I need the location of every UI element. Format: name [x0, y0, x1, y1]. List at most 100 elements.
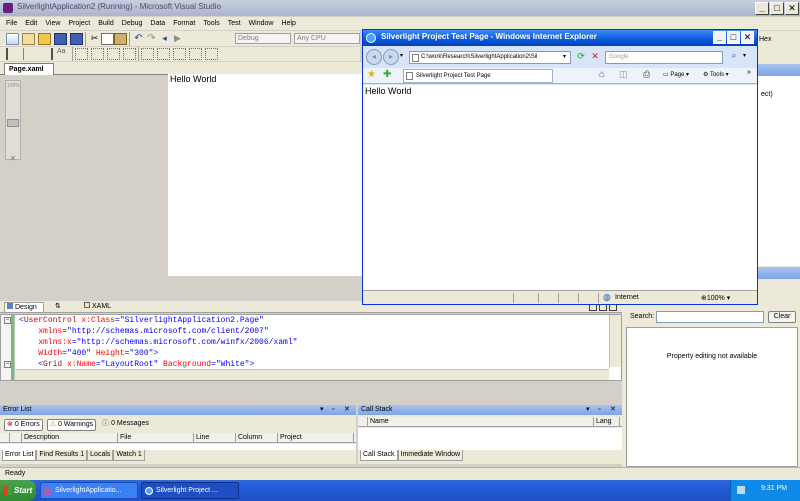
taskbar-item-vs[interactable]: SilverlightApplicatio...	[40, 482, 138, 499]
code-line[interactable]: xmlns="http://schemas.microsoft.com/clie…	[19, 326, 611, 337]
save-all-icon[interactable]	[70, 32, 83, 45]
menu-test[interactable]: Test	[228, 20, 241, 27]
format-icon-2[interactable]	[91, 48, 104, 60]
menu-file[interactable]: File	[6, 20, 17, 27]
redo-icon[interactable]: ↷	[145, 33, 158, 45]
home-icon[interactable]: ⌂	[599, 69, 605, 80]
search-icon[interactable]: ⌕	[727, 51, 741, 64]
col-file[interactable]: File	[118, 433, 194, 442]
font-size-icon[interactable]: Aa	[57, 48, 70, 60]
panel-close-icon[interactable]: ✕	[610, 405, 616, 415]
designer-hello-world[interactable]: Hello World	[170, 74, 216, 84]
address-bar[interactable]: C:\work\Research\SilverlightApplication2…	[409, 51, 571, 64]
search-box[interactable]: Google	[605, 51, 723, 64]
menu-debug[interactable]: Debug	[122, 20, 143, 27]
tray-network-icon[interactable]	[737, 486, 745, 494]
format-icon-7[interactable]	[173, 48, 186, 60]
menu-view[interactable]: View	[45, 20, 60, 27]
paste-icon[interactable]	[114, 32, 127, 45]
stop-button[interactable]: ✕	[589, 51, 601, 64]
navigate-icon[interactable]: ◂	[158, 33, 171, 45]
ie-tab[interactable]: Silverlight Project Test Page	[403, 69, 553, 83]
col-callstack-icon[interactable]	[358, 417, 368, 426]
col-lang[interactable]: Lang	[594, 417, 620, 426]
align-center-icon[interactable]	[23, 48, 36, 60]
tab-immediate-window[interactable]: Immediate Window	[397, 450, 464, 461]
format-icon-9[interactable]	[205, 48, 218, 60]
align-left-icon[interactable]	[6, 48, 19, 60]
panel-pin-icon[interactable]: ▫	[332, 405, 334, 415]
code-line[interactable]: Width="400" Height="300">	[19, 348, 611, 359]
search-options-icon[interactable]: ▾	[743, 52, 746, 59]
col-icon[interactable]	[0, 433, 10, 442]
favorites-star-icon[interactable]: ★	[367, 69, 376, 80]
ie-maximize-button[interactable]: □	[727, 31, 740, 44]
tab-design[interactable]: Design	[4, 302, 44, 313]
collapse-icon[interactable]: −	[4, 361, 11, 368]
collapse-icon[interactable]: −	[4, 317, 11, 324]
vs-minimize-button[interactable]: _	[755, 2, 769, 15]
ie-minimize-button[interactable]: _	[713, 31, 726, 44]
col-project[interactable]: Project	[278, 433, 354, 442]
col-number[interactable]	[10, 433, 22, 442]
panel-dropdown-icon[interactable]: ▾	[320, 405, 324, 415]
address-dropdown-icon[interactable]: ▾	[563, 51, 571, 64]
clock[interactable]: 9:31 PM	[761, 485, 787, 492]
panel-pin-icon[interactable]: ▫	[598, 405, 600, 415]
code-line[interactable]: xmlns:x="http://schemas.microsoft.com/wi…	[19, 337, 611, 348]
add-item-icon[interactable]	[22, 32, 35, 45]
doc-tab-page-xaml[interactable]: Page.xaml	[4, 63, 54, 75]
xaml-editor[interactable]: − − <UserControl x:Class="SilverlightApp…	[0, 314, 622, 381]
format-icon-3[interactable]	[107, 48, 120, 60]
zoom-slider-thumb[interactable]	[7, 119, 19, 127]
panel-dropdown-icon[interactable]: ▾	[586, 405, 590, 415]
errors-filter-button[interactable]: ⊗ 0 Errors	[4, 418, 43, 431]
fit-to-screen-icon[interactable]: ✕	[6, 154, 20, 164]
format-icon-8[interactable]	[189, 48, 202, 60]
start-debug-icon[interactable]: ▶	[171, 33, 184, 45]
code-line[interactable]: <UserControl x:Class="SilverlightApplica…	[19, 315, 611, 326]
add-favorites-icon[interactable]: ✚	[383, 69, 391, 80]
messages-filter-button[interactable]: ⓘ 0 Messages	[100, 419, 151, 431]
copy-icon[interactable]	[101, 32, 114, 45]
col-name[interactable]: Name	[368, 417, 594, 426]
tab-watch[interactable]: Watch 1	[113, 450, 145, 461]
swap-panes-button[interactable]: ⇅	[55, 302, 61, 310]
ie-close-button[interactable]: ✕	[741, 31, 754, 44]
tab-find-results[interactable]: Find Results 1	[36, 450, 88, 461]
tools-menu[interactable]: ⚙ Tools ▾	[703, 71, 729, 78]
ie-hello-world[interactable]: Hello World	[365, 86, 411, 96]
forward-button[interactable]: ▸	[383, 49, 399, 65]
platform-dropdown[interactable]: Any CPU	[294, 33, 360, 44]
print-icon[interactable]: ⎙	[643, 69, 650, 80]
menu-build[interactable]: Build	[98, 20, 114, 27]
feeds-icon[interactable]: ◫	[619, 69, 628, 80]
taskbar-item-ie[interactable]: Silverlight Project ...	[141, 482, 239, 499]
zoom-ruler[interactable]: 100%	[5, 80, 21, 160]
editor-vscrollbar[interactable]	[609, 315, 621, 367]
new-project-icon[interactable]	[6, 32, 19, 45]
menu-edit[interactable]: Edit	[25, 20, 37, 27]
search-input[interactable]	[656, 311, 764, 323]
col-column[interactable]: Column	[236, 433, 278, 442]
menu-window[interactable]: Window	[249, 20, 274, 27]
align-right-icon[interactable]	[40, 48, 53, 60]
menu-tools[interactable]: Tools	[203, 20, 219, 27]
format-icon-5[interactable]	[141, 48, 154, 60]
recent-pages-icon[interactable]: ▾	[400, 52, 403, 59]
panel-close-icon[interactable]: ✕	[344, 405, 350, 415]
vs-close-button[interactable]: ✕	[785, 2, 799, 15]
tab-locals[interactable]: Locals	[87, 450, 114, 461]
menu-data[interactable]: Data	[150, 20, 165, 27]
format-icon-1[interactable]	[75, 48, 88, 60]
page-menu[interactable]: ▭ Page ▾	[663, 71, 689, 78]
start-button[interactable]: Start	[0, 480, 36, 501]
back-button[interactable]: ◂	[366, 49, 382, 65]
col-description[interactable]: Description	[22, 433, 118, 442]
tab-error-list[interactable]: Error List	[2, 450, 37, 461]
col-line[interactable]: Line	[194, 433, 236, 442]
save-icon[interactable]	[54, 32, 67, 45]
zoom-control[interactable]: ⊕100% ▾	[701, 294, 730, 302]
menu-format[interactable]: Format	[173, 20, 195, 27]
vs-maximize-button[interactable]: □	[770, 2, 784, 15]
